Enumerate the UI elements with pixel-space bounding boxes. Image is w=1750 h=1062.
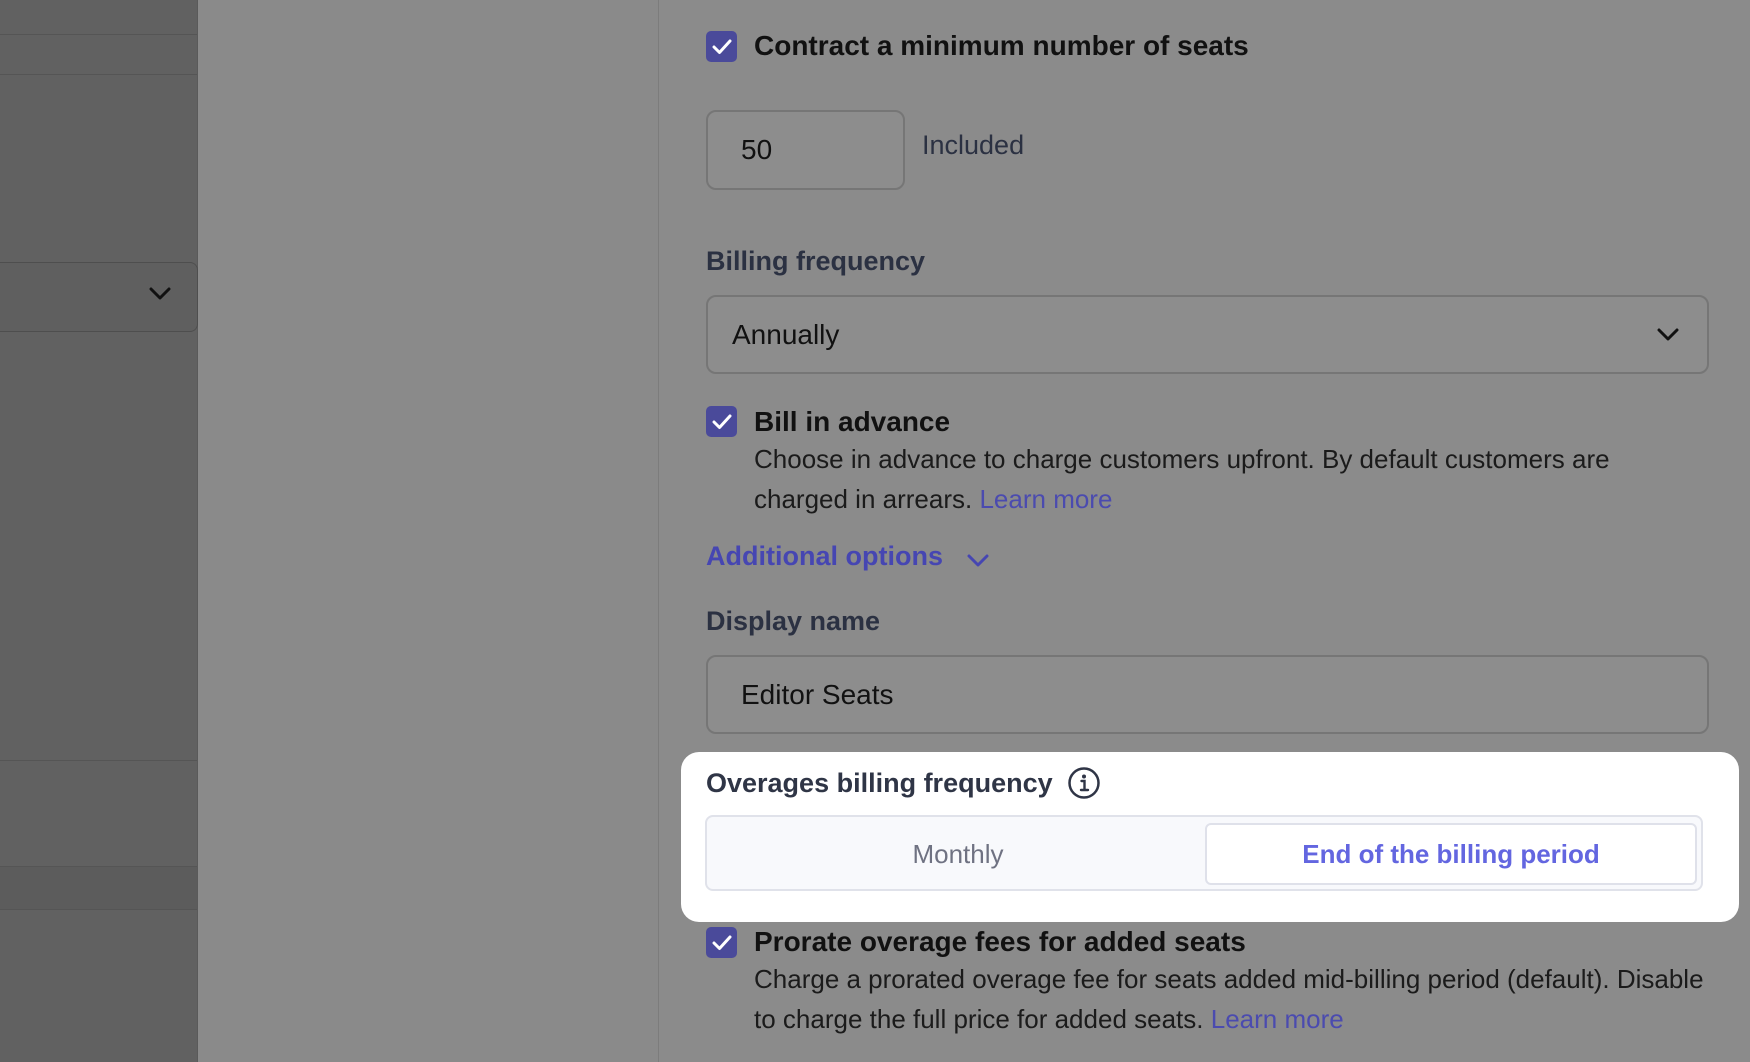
min-seats-checkbox[interactable] (706, 31, 737, 62)
background-app-pane (0, 0, 198, 1062)
bill-in-advance-help-text: Choose in advance to charge customers up… (754, 444, 1610, 514)
display-name-value: Editor Seats (741, 678, 894, 710)
included-label: Included (922, 130, 1025, 160)
overlay-gap (198, 0, 658, 1062)
chevron-down-icon (149, 287, 171, 300)
min-seats-input[interactable]: 50 (706, 110, 905, 190)
learn-more-link[interactable]: Learn more (979, 484, 1112, 514)
background-row (0, 866, 197, 910)
billing-frequency-select[interactable]: Annually (706, 295, 1709, 374)
info-icon[interactable] (1067, 766, 1101, 800)
overages-option-monthly[interactable]: Monthly (713, 823, 1203, 885)
overages-header: Overages billing frequency (706, 766, 1101, 800)
chevron-down-icon (1657, 328, 1679, 341)
background-select (0, 262, 198, 332)
divider (0, 74, 197, 75)
check-icon (712, 414, 731, 429)
overages-option-end-of-period[interactable]: End of the billing period (1205, 823, 1697, 885)
check-icon (712, 39, 731, 54)
additional-options-toggle[interactable]: Additional options (706, 541, 989, 572)
overages-label: Overages billing frequency (706, 767, 1053, 798)
bill-in-advance-help: Choose in advance to charge customers up… (754, 439, 1694, 519)
min-seats-label: Contract a minimum number of seats (754, 30, 1249, 61)
prorate-checkbox[interactable] (706, 927, 737, 958)
divider (0, 760, 197, 761)
overages-segmented-control: Monthly End of the billing period (705, 815, 1703, 891)
prorate-help: Charge a prorated overage fee for seats … (754, 959, 1714, 1039)
bill-in-advance-checkbox[interactable] (706, 406, 737, 437)
billing-frequency-label: Billing frequency (706, 246, 926, 276)
prorate-label: Prorate overage fees for added seats (754, 926, 1246, 957)
min-seats-value: 50 (741, 134, 773, 165)
billing-frequency-value: Annually (732, 318, 840, 350)
divider (0, 909, 197, 910)
additional-options-label: Additional options (706, 541, 943, 571)
bill-in-advance-label: Bill in advance (754, 406, 951, 437)
divider (0, 866, 197, 867)
check-icon (712, 935, 731, 950)
learn-more-link[interactable]: Learn more (1211, 1004, 1344, 1034)
overages-billing-card: Overages billing frequency Monthly End o… (681, 752, 1739, 922)
display-name-input[interactable]: Editor Seats (706, 655, 1709, 734)
chevron-down-icon (967, 554, 989, 566)
display-name-label: Display name (706, 606, 881, 636)
divider (0, 34, 197, 35)
